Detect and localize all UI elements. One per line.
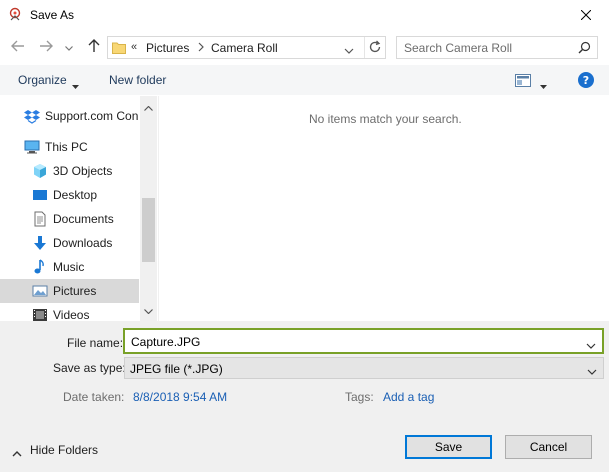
scrollbar-thumb[interactable] xyxy=(142,198,155,262)
computer-icon xyxy=(24,139,40,155)
tree-item-videos[interactable]: Videos xyxy=(0,303,139,321)
organize-button[interactable]: Organize xyxy=(18,73,67,87)
cube-icon xyxy=(32,163,48,179)
tree-label: 3D Objects xyxy=(53,164,113,178)
help-icon[interactable]: ? xyxy=(578,72,594,88)
tree-item-support-com[interactable]: Support.com Con xyxy=(0,104,139,128)
address-dropdown-icon[interactable] xyxy=(344,43,354,57)
up-arrow-icon xyxy=(88,38,100,56)
download-icon xyxy=(32,235,48,251)
add-tag-link[interactable]: Add a tag xyxy=(383,390,434,404)
cancel-button[interactable]: Cancel xyxy=(505,435,592,459)
address-bar[interactable]: « Pictures Camera Roll xyxy=(107,36,386,59)
tree-item-this-pc[interactable]: This PC xyxy=(0,135,139,159)
folder-icon xyxy=(112,41,126,57)
window-title: Save As xyxy=(30,8,75,22)
scroll-up-icon[interactable] xyxy=(144,100,153,114)
view-options-icon[interactable] xyxy=(515,74,531,90)
forward-button[interactable] xyxy=(36,37,56,57)
forward-arrow-icon xyxy=(39,40,53,55)
file-name-field[interactable]: Capture.JPG xyxy=(123,328,604,354)
video-icon xyxy=(32,307,48,321)
scroll-down-icon[interactable] xyxy=(144,303,153,317)
tree-label: Music xyxy=(53,260,85,274)
tree-label: Desktop xyxy=(53,188,98,202)
tree-label: This PC xyxy=(45,140,88,154)
file-name-value[interactable]: Capture.JPG xyxy=(131,335,200,349)
music-icon xyxy=(32,259,48,275)
navigation-pane: Support.com Con This PC 3D Objects Deskt… xyxy=(0,96,158,321)
command-bar: Organize New folder xyxy=(0,65,609,95)
hide-folders-button[interactable]: Hide Folders xyxy=(30,443,98,457)
chevron-up-icon[interactable] xyxy=(12,446,22,460)
tree-item-desktop[interactable]: Desktop xyxy=(0,183,139,207)
search-placeholder[interactable]: Search Camera Roll xyxy=(404,41,512,55)
address-separator-icon[interactable] xyxy=(198,40,204,55)
close-icon xyxy=(580,9,592,23)
tree-label: Documents xyxy=(53,212,114,226)
pictures-icon xyxy=(32,283,48,299)
tree-item-3d-objects[interactable]: 3D Objects xyxy=(0,159,139,183)
tree-item-pictures[interactable]: Pictures xyxy=(0,279,139,303)
view-dropdown-icon[interactable] xyxy=(540,78,547,92)
refresh-icon[interactable] xyxy=(368,40,382,57)
up-button[interactable] xyxy=(84,37,104,57)
tree-item-music[interactable]: Music xyxy=(0,255,139,279)
save-as-type-label: Save as type: xyxy=(53,361,126,375)
tree-item-downloads[interactable]: Downloads xyxy=(0,231,139,255)
organize-caret-icon[interactable] xyxy=(72,78,79,92)
date-taken-label: Date taken: xyxy=(63,390,125,404)
address-part-pictures[interactable]: Pictures xyxy=(146,41,189,55)
search-box[interactable]: Search Camera Roll xyxy=(396,36,598,59)
tree-label: Pictures xyxy=(53,284,97,298)
empty-message: No items match your search. xyxy=(309,112,462,126)
title-bar: Save As xyxy=(0,0,609,31)
navigation-scrollbar[interactable] xyxy=(140,96,157,321)
tree-label: Support.com Con xyxy=(45,109,139,123)
chevron-down-icon[interactable] xyxy=(587,364,597,378)
save-button[interactable]: Save xyxy=(405,435,492,459)
back-button[interactable] xyxy=(8,37,28,57)
recent-locations-button[interactable] xyxy=(62,37,76,57)
save-as-type-select[interactable]: JPEG file (*.JPG) xyxy=(124,357,604,379)
address-overflow[interactable]: « xyxy=(131,41,137,53)
desktop-icon xyxy=(32,187,48,203)
document-icon xyxy=(32,211,48,227)
dropbox-icon xyxy=(24,108,40,124)
tree-label: Downloads xyxy=(53,236,113,250)
save-as-type-value[interactable]: JPEG file (*.JPG) xyxy=(130,362,223,376)
date-taken-value[interactable]: 8/8/2018 9:54 AM xyxy=(133,390,227,404)
chevron-down-icon xyxy=(65,40,73,54)
file-list-pane[interactable]: No items match your search. xyxy=(158,96,609,321)
address-part-camera-roll[interactable]: Camera Roll xyxy=(211,41,278,55)
new-folder-button[interactable]: New folder xyxy=(109,73,166,87)
file-name-label: File name: xyxy=(67,336,124,350)
back-arrow-icon xyxy=(11,40,25,55)
tags-label: Tags: xyxy=(345,390,374,404)
search-icon[interactable] xyxy=(578,41,591,57)
chevron-down-icon[interactable] xyxy=(586,338,596,352)
tree-item-documents[interactable]: Documents xyxy=(0,207,139,231)
address-divider xyxy=(364,37,365,58)
close-button[interactable] xyxy=(563,0,609,31)
tree-label: Videos xyxy=(53,308,90,321)
save-as-app-icon xyxy=(8,7,24,23)
